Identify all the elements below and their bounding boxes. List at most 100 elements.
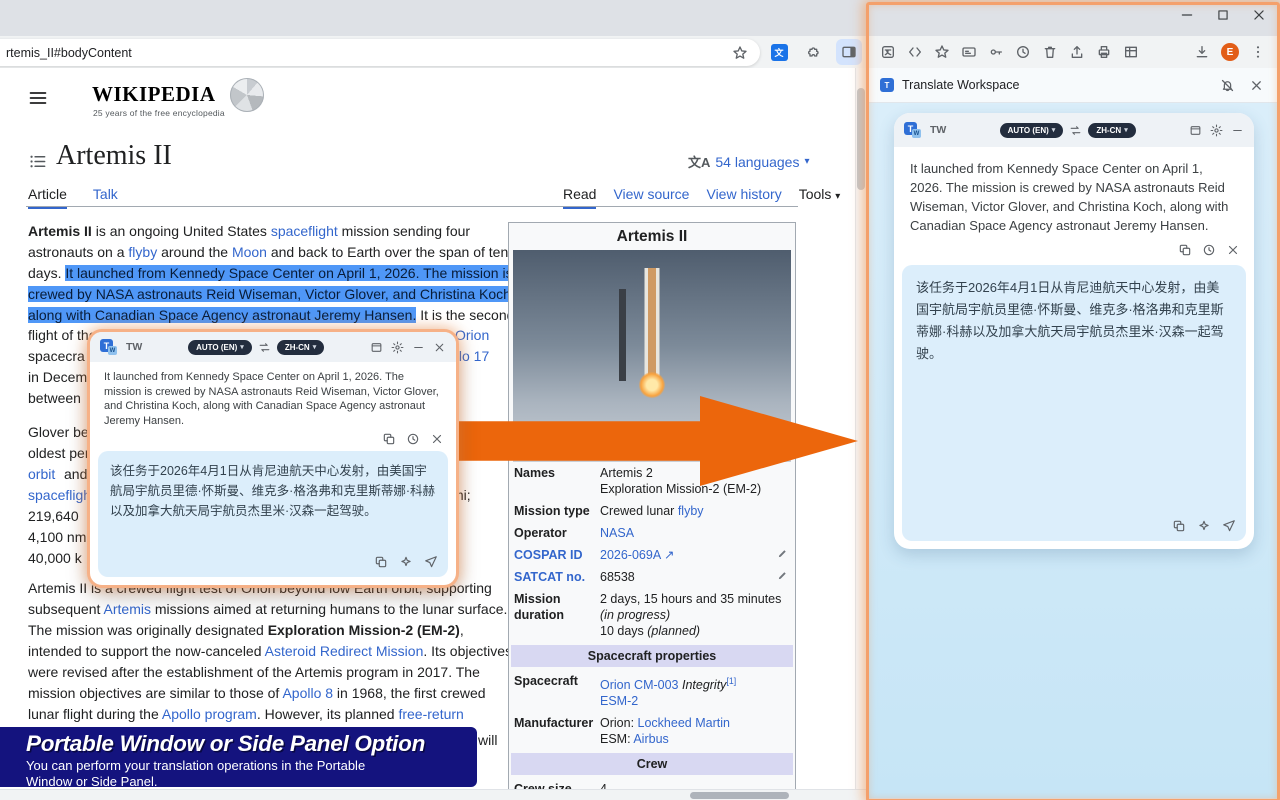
key-icon[interactable]: [988, 44, 1004, 60]
settings-gear-icon[interactable]: [1210, 124, 1223, 137]
wikipedia-wordmark[interactable]: WIKIPEDIA: [92, 82, 216, 107]
article-link-fragment[interactable]: Orion: [455, 327, 489, 343]
close-icon[interactable]: [1226, 243, 1240, 257]
source-language-pill[interactable]: AUTO (EN)▾: [1000, 123, 1064, 138]
upload-icon[interactable]: [1069, 44, 1085, 60]
article-link[interactable]: [1]: [726, 676, 736, 686]
browser-menu-icon[interactable]: [1250, 44, 1266, 60]
target-language-pill[interactable]: ZH-CN▾: [1088, 123, 1135, 138]
print-icon[interactable]: [1096, 44, 1112, 60]
article-link[interactable]: flyby: [128, 244, 157, 260]
star-icon[interactable]: [934, 44, 950, 60]
tab-tools[interactable]: Tools ▾: [799, 186, 841, 209]
history-icon[interactable]: [1015, 44, 1031, 60]
grid-icon[interactable]: [1123, 44, 1139, 60]
infobox-value: 68538: [600, 569, 790, 585]
text-run: astronauts on a: [28, 244, 128, 260]
horizontal-scrollbar-thumb[interactable]: [690, 792, 789, 799]
article-link[interactable]: Airbus: [633, 732, 668, 746]
article-link[interactable]: free-return: [398, 706, 463, 722]
copy-icon[interactable]: [1172, 519, 1186, 533]
article-link[interactable]: NASA: [600, 526, 634, 540]
edit-pencil-icon[interactable]: [777, 570, 788, 581]
extensions-puzzle-icon[interactable]: [801, 39, 827, 65]
article-link[interactable]: Lockheed Martin: [638, 716, 730, 730]
article-link[interactable]: ↗: [660, 548, 674, 562]
settings-gear-icon[interactable]: [391, 341, 404, 354]
maximize-icon[interactable]: [1216, 8, 1230, 22]
article-link-fragment[interactable]: orbit: [28, 466, 55, 482]
text-run: along with Canadian Space Agency astrona…: [28, 307, 416, 323]
history-icon[interactable]: [406, 432, 420, 446]
close-side-panel-icon[interactable]: [1249, 78, 1264, 93]
text-run: It launched from Kennedy Space Center on…: [65, 265, 512, 281]
sparkle-icon[interactable]: [399, 555, 413, 569]
translate-card[interactable]: T W TW AUTO (EN)▾ ZH-CN▾ It la: [894, 113, 1254, 549]
copy-icon[interactable]: [1178, 243, 1192, 257]
page-translate-icon[interactable]: 文: [766, 39, 792, 65]
trash-icon[interactable]: [1042, 44, 1058, 60]
article-text-fragment: spacecra: [28, 348, 85, 364]
article-link[interactable]: ESM-2: [600, 694, 638, 708]
pin-off-icon[interactable]: [1220, 78, 1235, 93]
bookmark-star-icon[interactable]: [732, 45, 748, 61]
card-translation-box[interactable]: 该任务于2026年4月1日从肯尼迪航天中心发射，由美国宇航局宇航员里德·怀斯曼、…: [902, 265, 1246, 541]
translate-page-icon[interactable]: [880, 44, 896, 60]
article-link[interactable]: Orion CM-003: [600, 678, 679, 692]
text-run: (in progress): [600, 608, 670, 622]
url-text[interactable]: rtemis_II#bodyContent: [6, 46, 732, 60]
article-link[interactable]: Artemis: [104, 601, 151, 617]
copy-icon[interactable]: [374, 555, 388, 569]
tabs-divider: [26, 206, 798, 207]
article-link[interactable]: flyby: [678, 504, 704, 518]
translate-popup-window[interactable]: T W TW AUTO (EN)▾ ZH-CN▾ It launched fro…: [90, 332, 456, 585]
language-selector[interactable]: 文A 54 languages ▾: [688, 152, 810, 171]
copy-icon[interactable]: [382, 432, 396, 446]
article-link[interactable]: Apollo 8: [282, 685, 333, 701]
popout-window-icon[interactable]: [1189, 124, 1202, 137]
popup-source-text[interactable]: It launched from Kennedy Space Center on…: [90, 362, 456, 428]
target-language-pill[interactable]: ZH-CN▾: [277, 340, 324, 355]
swap-languages-icon[interactable]: [258, 341, 271, 354]
profile-avatar[interactable]: E: [1221, 43, 1239, 61]
article-link[interactable]: spaceflight: [271, 223, 338, 239]
close-popup-icon[interactable]: [433, 341, 446, 354]
article-link[interactable]: Moon: [232, 244, 267, 260]
article-link[interactable]: Asteroid Redirect Mission: [265, 643, 424, 659]
edit-pencil-icon[interactable]: [777, 548, 788, 559]
send-icon[interactable]: [1222, 519, 1236, 533]
hamburger-menu-icon[interactable]: [28, 88, 48, 108]
id-card-icon[interactable]: [961, 44, 977, 60]
download-icon[interactable]: [1194, 44, 1210, 60]
source-language-pill[interactable]: AUTO (EN)▾: [188, 340, 252, 355]
url-bar[interactable]: rtemis_II#bodyContent: [0, 39, 760, 66]
close-icon[interactable]: [430, 432, 444, 446]
minimize-icon[interactable]: [1180, 8, 1194, 22]
side-panel-title: Translate Workspace: [902, 78, 1019, 92]
article-text-fragment: between: [28, 390, 81, 406]
history-icon[interactable]: [1202, 243, 1216, 257]
sparkle-icon[interactable]: [1197, 519, 1211, 533]
popout-window-icon[interactable]: [370, 341, 383, 354]
infobox-label-link[interactable]: SATCAT no.: [514, 569, 600, 585]
send-icon[interactable]: [424, 555, 438, 569]
card-source-text[interactable]: It launched from Kennedy Space Center on…: [894, 147, 1254, 235]
wikipedia-globe-logo[interactable]: [230, 78, 264, 112]
swap-languages-icon[interactable]: [1069, 124, 1082, 137]
article-link[interactable]: 2026-069A: [600, 548, 660, 562]
text-run: (planned): [647, 624, 700, 638]
language-count[interactable]: 54 languages: [715, 154, 799, 170]
horizontal-scrollbar[interactable]: [0, 789, 866, 800]
minimize-card-icon[interactable]: [1231, 124, 1244, 137]
popup-translation-box[interactable]: 该任务于2026年4月1日从肯尼迪航天中心发射，由美国宇航局宇航员里德·怀斯曼、…: [98, 451, 448, 577]
side-panel-toggle-icon[interactable]: [836, 39, 862, 65]
vertical-scrollbar-thumb[interactable]: [857, 88, 865, 190]
article-link[interactable]: Apollo program: [162, 706, 257, 722]
infobox-label-link[interactable]: COSPAR ID: [514, 547, 600, 563]
minimize-popup-icon[interactable]: [412, 341, 425, 354]
article-link-fragment[interactable]: spaceflight: [28, 487, 95, 503]
close-window-icon[interactable]: [1252, 8, 1266, 22]
vertical-scrollbar[interactable]: [855, 68, 866, 789]
contents-list-icon[interactable]: [28, 152, 47, 171]
code-icon[interactable]: [907, 44, 923, 60]
